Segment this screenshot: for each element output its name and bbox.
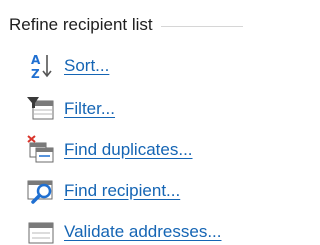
filter-label[interactable]: Filter...: [64, 99, 115, 119]
svg-text:A: A: [31, 53, 41, 67]
find-duplicates-label[interactable]: Find duplicates...: [64, 140, 193, 160]
find-recipient-label[interactable]: Find recipient...: [64, 181, 180, 201]
refine-recipient-list-panel: Refine recipient list A Z Sort... Filter: [0, 0, 243, 245]
find-recipient-icon: [26, 176, 56, 206]
svg-text:Z: Z: [31, 67, 40, 81]
sort-az-icon: A Z: [26, 51, 56, 81]
section-header: Refine recipient list: [9, 12, 243, 38]
validate-addresses-label[interactable]: Validate addresses...: [64, 222, 222, 242]
filter-link[interactable]: Filter...: [26, 91, 115, 127]
validate-addresses-link[interactable]: Validate addresses...: [26, 214, 222, 245]
section-title: Refine recipient list: [9, 15, 153, 34]
section-divider: [160, 25, 243, 27]
find-duplicates-link[interactable]: Find duplicates...: [26, 132, 193, 168]
find-recipient-link[interactable]: Find recipient...: [26, 173, 180, 209]
sort-link[interactable]: A Z Sort...: [26, 48, 109, 84]
filter-icon: [26, 94, 56, 124]
sort-label[interactable]: Sort...: [64, 56, 109, 76]
find-duplicates-icon: [26, 135, 56, 165]
validate-addresses-icon: [26, 217, 56, 245]
